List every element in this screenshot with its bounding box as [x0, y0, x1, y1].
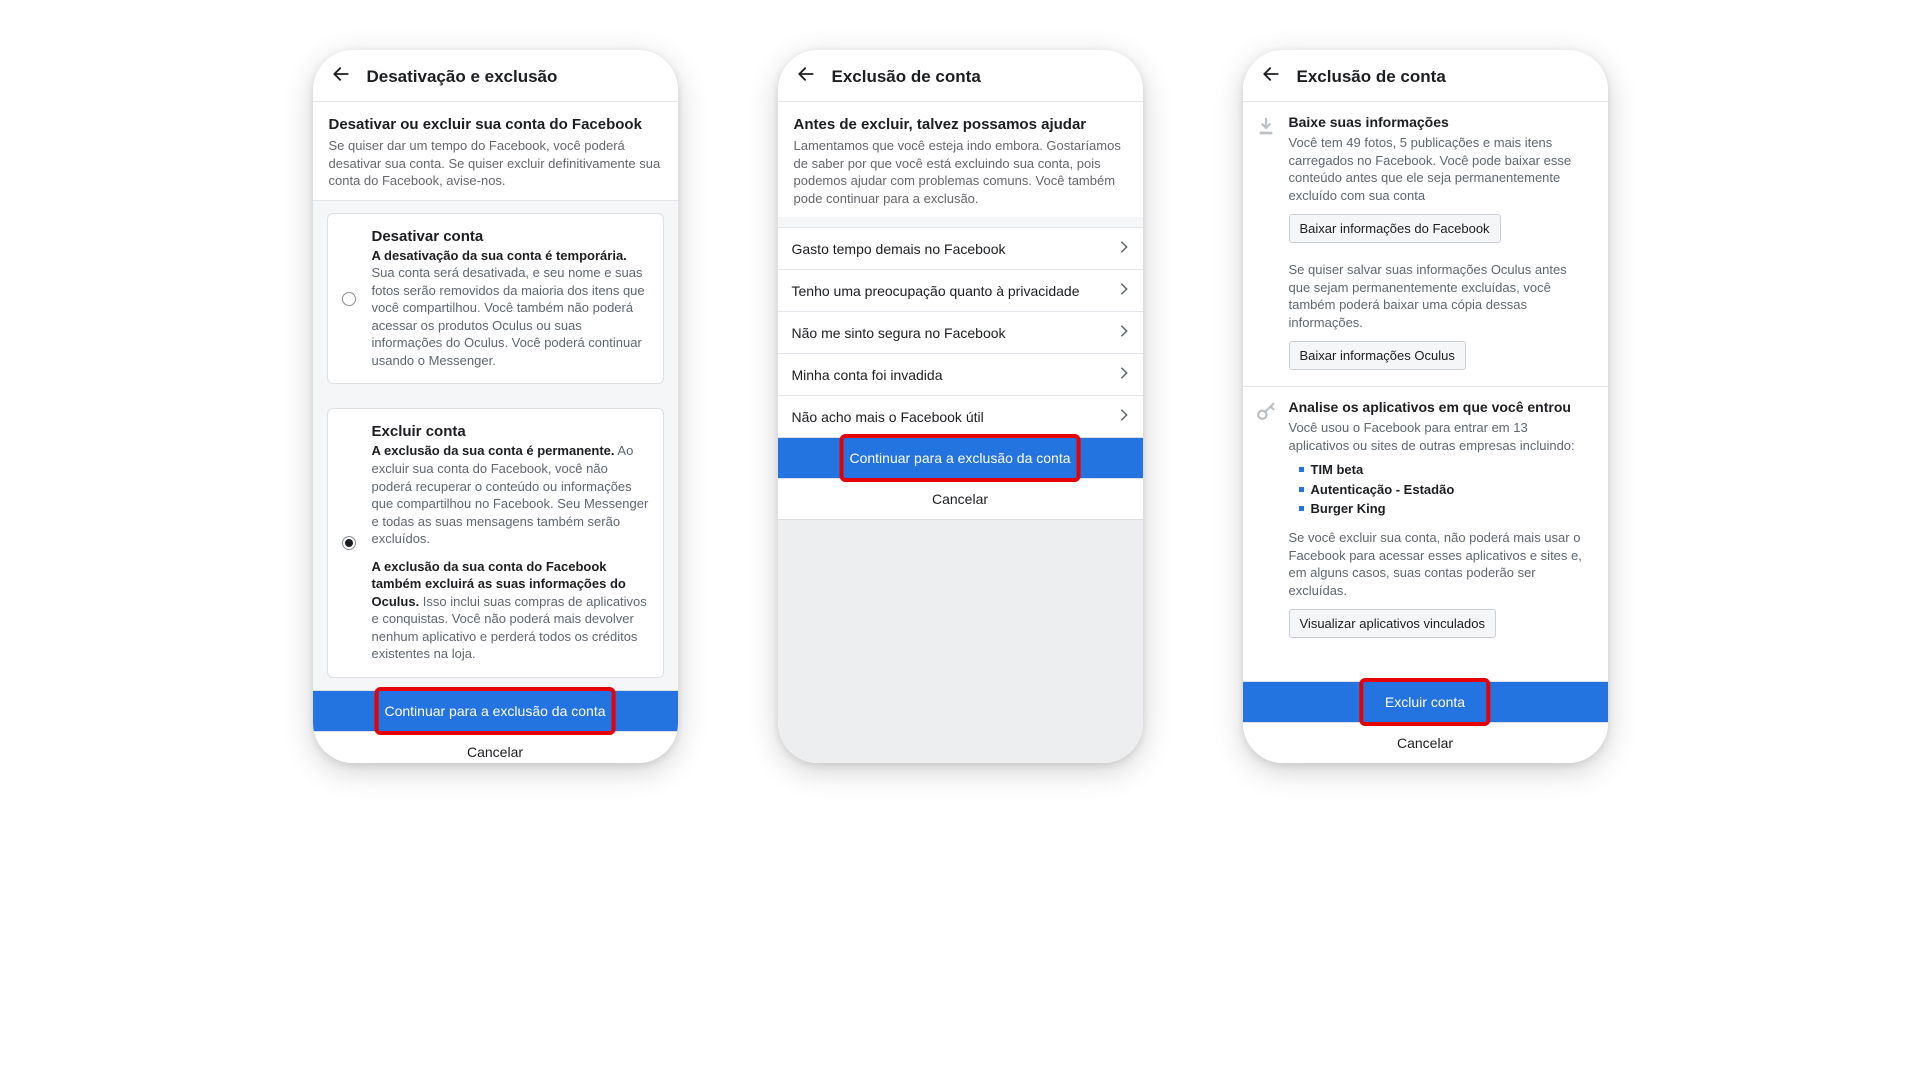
key-icon	[1255, 401, 1277, 428]
info-text: Se quiser salvar suas informações Oculus…	[1289, 261, 1592, 331]
download-icon	[1255, 116, 1277, 143]
content-scroll: Antes de excluir, talvez possamos ajudar…	[778, 102, 1143, 763]
button-label: Continuar para a exclusão da conta	[849, 450, 1070, 466]
back-arrow-icon[interactable]	[331, 64, 351, 89]
reason-row[interactable]: Tenho uma preocupação quanto à privacida…	[778, 269, 1143, 311]
section-heading: Desativar ou excluir sua conta do Facebo…	[329, 116, 662, 133]
content-scroll: Baixe suas informações Você tem 49 fotos…	[1243, 102, 1608, 763]
download-oculus-button[interactable]: Baixar informações Oculus	[1289, 341, 1466, 370]
info-title: Baixe suas informações	[1289, 114, 1592, 130]
appbar: Exclusão de conta	[778, 50, 1143, 102]
chevron-right-icon	[1119, 240, 1129, 257]
phone-screen-2: Exclusão de conta Antes de excluir, talv…	[778, 50, 1143, 763]
footer-actions: Excluir conta Cancelar	[1243, 681, 1608, 763]
footer-actions: Continuar para a exclusão da conta Cance…	[313, 690, 678, 763]
info-text: Você tem 49 fotos, 5 publicações e mais …	[1289, 134, 1592, 204]
option-text: A exclusão da sua conta é permanente. Ao…	[372, 442, 649, 663]
radio-unselected-icon[interactable]	[342, 292, 356, 306]
content-scroll: Desativar ou excluir sua conta do Facebo…	[313, 102, 678, 763]
appbar: Desativação e exclusão	[313, 50, 678, 102]
download-info-block: Baixe suas informações Você tem 49 fotos…	[1243, 102, 1608, 387]
radio-selected-icon[interactable]	[342, 536, 356, 550]
page-title: Exclusão de conta	[1297, 67, 1446, 87]
chevron-right-icon	[1119, 408, 1129, 425]
reason-label: Tenho uma preocupação quanto à privacida…	[792, 283, 1080, 299]
phone-screen-1: Desativação e exclusão Desativar ou excl…	[313, 50, 678, 763]
reason-list: Gasto tempo demais no Facebook Tenho uma…	[778, 227, 1143, 437]
button-label: Continuar para a exclusão da conta	[384, 703, 605, 719]
chevron-right-icon	[1119, 366, 1129, 383]
reason-row[interactable]: Não me sinto segura no Facebook	[778, 311, 1143, 353]
continue-delete-button[interactable]: Continuar para a exclusão da conta	[778, 437, 1143, 478]
appbar: Exclusão de conta	[1243, 50, 1608, 102]
option-title: Excluir conta	[372, 423, 649, 440]
cancel-button[interactable]: Cancelar	[1243, 722, 1608, 763]
section-subtext: Se quiser dar um tempo do Facebook, você…	[329, 137, 662, 190]
button-label: Excluir conta	[1385, 694, 1465, 710]
cancel-button[interactable]: Cancelar	[778, 478, 1143, 520]
chevron-right-icon	[1119, 282, 1129, 299]
back-arrow-icon[interactable]	[796, 64, 816, 89]
continue-delete-button[interactable]: Continuar para a exclusão da conta	[313, 690, 678, 731]
reason-row[interactable]: Gasto tempo demais no Facebook	[778, 227, 1143, 269]
apps-info-block: Analise os aplicativos em que você entro…	[1243, 387, 1608, 654]
phone-screen-3: Exclusão de conta Baixe suas informações…	[1243, 50, 1608, 763]
download-facebook-button[interactable]: Baixar informações do Facebook	[1289, 214, 1501, 243]
page-title: Exclusão de conta	[832, 67, 981, 87]
info-title: Analise os aplicativos em que você entro…	[1289, 399, 1592, 415]
app-list-item: Autenticação - Estadão	[1299, 480, 1592, 500]
reason-label: Não me sinto segura no Facebook	[792, 325, 1006, 341]
chevron-right-icon	[1119, 324, 1129, 341]
app-list: TIM beta Autenticação - Estadão Burger K…	[1289, 460, 1592, 519]
cancel-button[interactable]: Cancelar	[313, 731, 678, 763]
view-linked-apps-button[interactable]: Visualizar aplicativos vinculados	[1289, 609, 1496, 638]
reason-label: Não acho mais o Facebook útil	[792, 409, 984, 425]
option-title: Desativar conta	[372, 228, 649, 245]
app-list-item: TIM beta	[1299, 460, 1592, 480]
reason-row[interactable]: Minha conta foi invadida	[778, 353, 1143, 395]
reason-label: Gasto tempo demais no Facebook	[792, 241, 1006, 257]
info-text: Se você excluir sua conta, não poderá ma…	[1289, 529, 1592, 599]
back-arrow-icon[interactable]	[1261, 64, 1281, 89]
delete-account-button[interactable]: Excluir conta	[1243, 681, 1608, 722]
section-header: Antes de excluir, talvez possamos ajudar…	[778, 102, 1143, 217]
option-delete[interactable]: Excluir conta A exclusão da sua conta é …	[327, 408, 664, 678]
option-deactivate[interactable]: Desativar conta A desativação da sua con…	[327, 213, 664, 385]
reason-label: Minha conta foi invadida	[792, 367, 943, 383]
app-list-item: Burger King	[1299, 499, 1592, 519]
reason-row[interactable]: Não acho mais o Facebook útil	[778, 395, 1143, 437]
section-subtext: Lamentamos que você esteja indo embora. …	[794, 137, 1127, 207]
option-text: A desativação da sua conta é temporária.…	[372, 247, 649, 370]
section-heading: Antes de excluir, talvez possamos ajudar	[794, 116, 1127, 133]
empty-area	[778, 520, 1143, 763]
info-text: Você usou o Facebook para entrar em 13 a…	[1289, 419, 1592, 454]
section-header: Desativar ou excluir sua conta do Facebo…	[313, 102, 678, 201]
page-title: Desativação e exclusão	[367, 67, 558, 87]
